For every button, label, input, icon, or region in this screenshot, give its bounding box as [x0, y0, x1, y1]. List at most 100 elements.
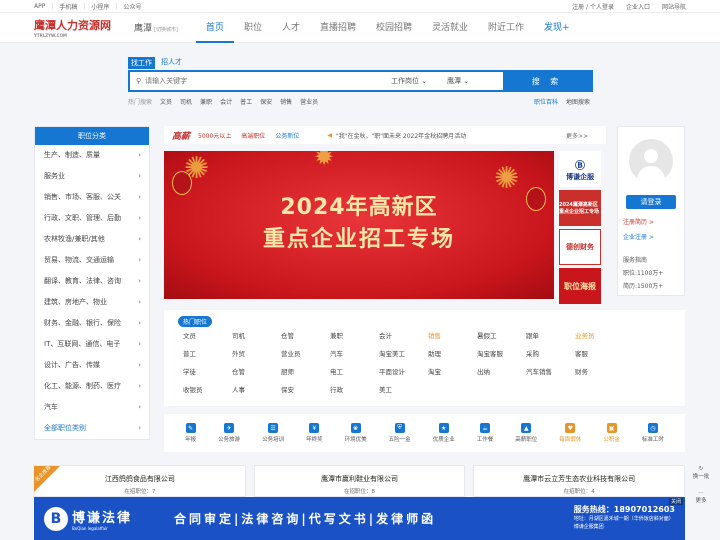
sidebar-item[interactable]: 服务业 › [35, 166, 149, 187]
hot-search-item[interactable]: 普工 [240, 97, 252, 106]
hot-job-item[interactable]: 平面设计 [379, 366, 428, 376]
ad-job-fair[interactable]: 2024鹰潭高新区重点企业招工专场 [559, 190, 601, 226]
hot-job-item[interactable]: 淘宝 [428, 366, 477, 376]
benefit-item[interactable]: ☕ 工作餐 [477, 423, 493, 443]
hot-job-item[interactable]: 暑假工 [477, 330, 526, 340]
nav-home[interactable]: 首页 [195, 13, 234, 43]
hot-job-item[interactable]: 汽车销售 [526, 366, 575, 376]
site-nav-link[interactable]: 网站导航 [662, 2, 686, 11]
hot-job-item[interactable]: 客服 [575, 348, 624, 358]
benefit-item[interactable]: ♥ 每周假休 [559, 423, 581, 443]
hot-job-item[interactable]: 仓管 [232, 366, 281, 376]
hot-job-item[interactable]: 保安 [281, 384, 330, 394]
job-wiki-link[interactable]: 职位百科 [534, 97, 558, 106]
hot-job-item[interactable]: 学徒 [183, 366, 232, 376]
all-categories-link[interactable]: 全部职位类别 › [35, 418, 149, 439]
tab-find-talent[interactable]: 招人才 [161, 57, 182, 69]
hot-job-item[interactable]: 美工 [379, 384, 428, 394]
hot-job-item[interactable]: 淘宝客服 [477, 348, 526, 358]
miniprogram-link[interactable]: 小程序 [91, 2, 109, 11]
ad-boqian[interactable]: Ⓑ 博谦企服 [559, 151, 601, 187]
bar-tag[interactable]: 5000元以上 [198, 131, 231, 140]
nav-nearby[interactable]: 附近工作 [478, 13, 534, 43]
benefit-item[interactable]: ⛨ 五险一金 [389, 423, 411, 443]
benefit-item[interactable]: ▣ 公积金 [603, 423, 620, 443]
hot-job-item[interactable]: 文员 [183, 330, 232, 340]
nav-talent[interactable]: 人才 [272, 13, 310, 43]
company-card[interactable]: 鹰潭市云立芳生态农业科技有限公司 在招职位：4 [473, 465, 686, 497]
nav-live[interactable]: 直播招聘 [310, 13, 366, 43]
bar-tag[interactable]: 公务新位 [275, 131, 299, 140]
sidebar-item[interactable]: 建筑、房地产、物业 › [35, 292, 149, 313]
tab-find-job[interactable]: 找工作 [128, 57, 155, 69]
app-link[interactable]: APP [34, 3, 45, 10]
sidebar-item[interactable]: 贸易、物流、交通运输 › [35, 250, 149, 271]
notice[interactable]: ◀ "我"在金秋，"职"面未来 2022年金秋招聘月活动 [327, 131, 466, 140]
register-company-link[interactable]: 企业注册 > [623, 232, 679, 241]
hot-job-item[interactable]: 司机 [232, 330, 281, 340]
map-search-link[interactable]: 地图搜索 [566, 97, 590, 106]
hot-job-item[interactable]: 业务员 [575, 330, 624, 340]
search-input[interactable] [141, 77, 391, 85]
city-switch[interactable]: 鹰潭 [切换城市] [134, 21, 178, 34]
login-link[interactable]: 注册 / 个人登录 [572, 2, 614, 11]
hot-job-item[interactable]: 汽车 [330, 348, 379, 358]
main-banner[interactable]: ✺ ✺ ✹ 2024年高新区 重点企业招工专场 [164, 151, 554, 299]
hot-search-item[interactable]: 司机 [180, 97, 192, 106]
sidebar-item[interactable]: IT、互联网、通信、电子 › [35, 334, 149, 355]
benefit-item[interactable]: ★ 优质企业 [433, 423, 455, 443]
job-type-select[interactable]: 工作岗位 ⌄ [391, 76, 447, 86]
hot-search-item[interactable]: 兼职 [200, 97, 212, 106]
hot-job-item[interactable]: 销售 [428, 330, 477, 340]
hot-job-item[interactable]: 淘宝美工 [379, 348, 428, 358]
benefit-item[interactable]: ✈ 公务旅游 [218, 423, 240, 443]
hot-search-item[interactable]: 营业员 [300, 97, 318, 106]
close-button[interactable]: 关闭 [668, 498, 683, 505]
hot-search-item[interactable]: 会计 [220, 97, 232, 106]
company-card[interactable]: 江西鸽鸽食品有限公司 在招职位：7 [34, 465, 246, 497]
hot-job-item[interactable]: 出纳 [477, 366, 526, 376]
nav-campus[interactable]: 校园招聘 [366, 13, 422, 43]
sidebar-item[interactable]: 行政、文职、管理、后勤 › [35, 208, 149, 229]
nav-flexible[interactable]: 灵活就业 [422, 13, 478, 43]
hot-job-item[interactable]: 营业员 [281, 348, 330, 358]
mobile-link[interactable]: 手机稿 [59, 2, 77, 11]
hot-search-item[interactable]: 文员 [160, 97, 172, 106]
nav-jobs[interactable]: 职位 [234, 13, 272, 43]
register-resume-link[interactable]: 注册简历 > [623, 217, 679, 226]
benefit-item[interactable]: ▲ 高薪职位 [515, 423, 537, 443]
bar-tag[interactable]: 高端职位 [241, 131, 265, 140]
hot-job-item[interactable]: 跟单 [526, 330, 575, 340]
more-button[interactable]: ⋯ 更多 [690, 490, 712, 504]
hot-job-item[interactable]: 财务 [575, 366, 624, 376]
company-entry-link[interactable]: 企业入口 [626, 2, 650, 11]
hot-job-item[interactable]: 普工 [183, 348, 232, 358]
sidebar-item[interactable]: 汽车 › [35, 397, 149, 418]
ad-job-poster[interactable]: 职位海报 [559, 268, 601, 304]
hot-job-item[interactable]: 电工 [330, 366, 379, 376]
sidebar-item[interactable]: 财务、金融、银行、保险 › [35, 313, 149, 334]
benefit-item[interactable]: ☰ 公务培训 [262, 423, 284, 443]
hot-job-item[interactable]: 仓管 [281, 330, 330, 340]
hot-job-item[interactable]: 兼职 [330, 330, 379, 340]
more-link[interactable]: 更多>> [566, 131, 588, 140]
benefit-item[interactable]: ◷ 标准工时 [642, 423, 664, 443]
hot-job-item[interactable]: 行政 [330, 384, 379, 394]
hot-job-item[interactable]: 助理 [428, 348, 477, 358]
hot-job-item[interactable]: 厨师 [281, 366, 330, 376]
ad-dechuang[interactable]: 德创财务 [559, 229, 601, 265]
hot-search-item[interactable]: 保安 [260, 97, 272, 106]
hot-search-item[interactable]: 销售 [280, 97, 292, 106]
footer-ad[interactable]: B 博谦法律 BoQian legalaffair 合同审定|法律咨询|代写文书|发… [34, 497, 685, 540]
hot-job-item[interactable]: 人事 [232, 384, 281, 394]
benefit-item[interactable]: ❀ 环境优美 [345, 423, 367, 443]
site-logo[interactable]: 鹰潭人力资源网 YTRLZYW.COM [34, 17, 130, 38]
refresh-button[interactable]: ↻ 换一批 [690, 466, 712, 480]
hot-job-item[interactable]: 收银员 [183, 384, 232, 394]
benefit-item[interactable]: ¥ 年终奖 [306, 423, 323, 443]
benefit-item[interactable]: ✎ 年报 [185, 423, 196, 443]
official-account-link[interactable]: 公众号 [123, 2, 141, 11]
login-button[interactable]: 请登录 [626, 195, 676, 209]
sidebar-item[interactable]: 农林牧渔/兼职/其他 › [35, 229, 149, 250]
hot-job-item[interactable]: 会计 [379, 330, 428, 340]
